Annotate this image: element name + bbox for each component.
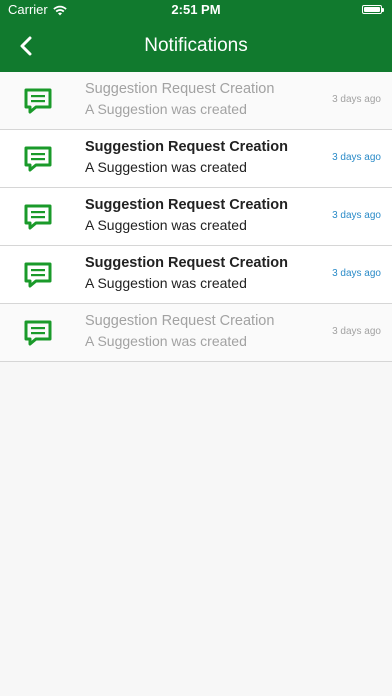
notification-time: 3 days ago <box>332 268 381 279</box>
message-icon <box>24 320 52 346</box>
notification-subtitle: A Suggestion was created <box>85 101 247 117</box>
message-icon <box>24 88 52 114</box>
status-time: 2:51 PM <box>171 2 221 17</box>
notification-title: Suggestion Request Creation <box>85 139 289 155</box>
notification-row[interactable]: Suggestion Request Creation A Suggestion… <box>0 130 392 188</box>
notification-time: 3 days ago <box>332 326 381 337</box>
notification-time: 3 days ago <box>332 152 381 163</box>
notification-subtitle: A Suggestion was created <box>85 217 247 233</box>
status-bar: Carrier 2:51 PM <box>0 0 392 20</box>
message-icon <box>24 146 52 172</box>
notification-row[interactable]: Suggestion Request Creation A Suggestion… <box>0 304 392 362</box>
notification-list: Suggestion Request Creation A Suggestion… <box>0 72 392 362</box>
page-title: Notifications <box>144 35 248 56</box>
notification-subtitle: A Suggestion was created <box>85 275 247 291</box>
notification-row[interactable]: Suggestion Request Creation A Suggestion… <box>0 72 392 130</box>
battery-icon <box>362 5 384 14</box>
message-icon <box>24 204 52 230</box>
notification-row[interactable]: Suggestion Request Creation A Suggestion… <box>0 188 392 246</box>
message-icon <box>24 262 52 288</box>
notification-subtitle: A Suggestion was created <box>85 159 247 175</box>
notification-time: 3 days ago <box>332 94 381 105</box>
notification-title: Suggestion Request Creation <box>85 313 275 329</box>
notification-time: 3 days ago <box>332 210 381 221</box>
notification-subtitle: A Suggestion was created <box>85 333 247 349</box>
notification-title: Suggestion Request Creation <box>85 255 289 271</box>
notification-title: Suggestion Request Creation <box>85 81 275 97</box>
nav-bar: Notifications <box>0 20 392 72</box>
notification-row[interactable]: Suggestion Request Creation A Suggestion… <box>0 246 392 304</box>
notification-title: Suggestion Request Creation <box>85 197 289 213</box>
